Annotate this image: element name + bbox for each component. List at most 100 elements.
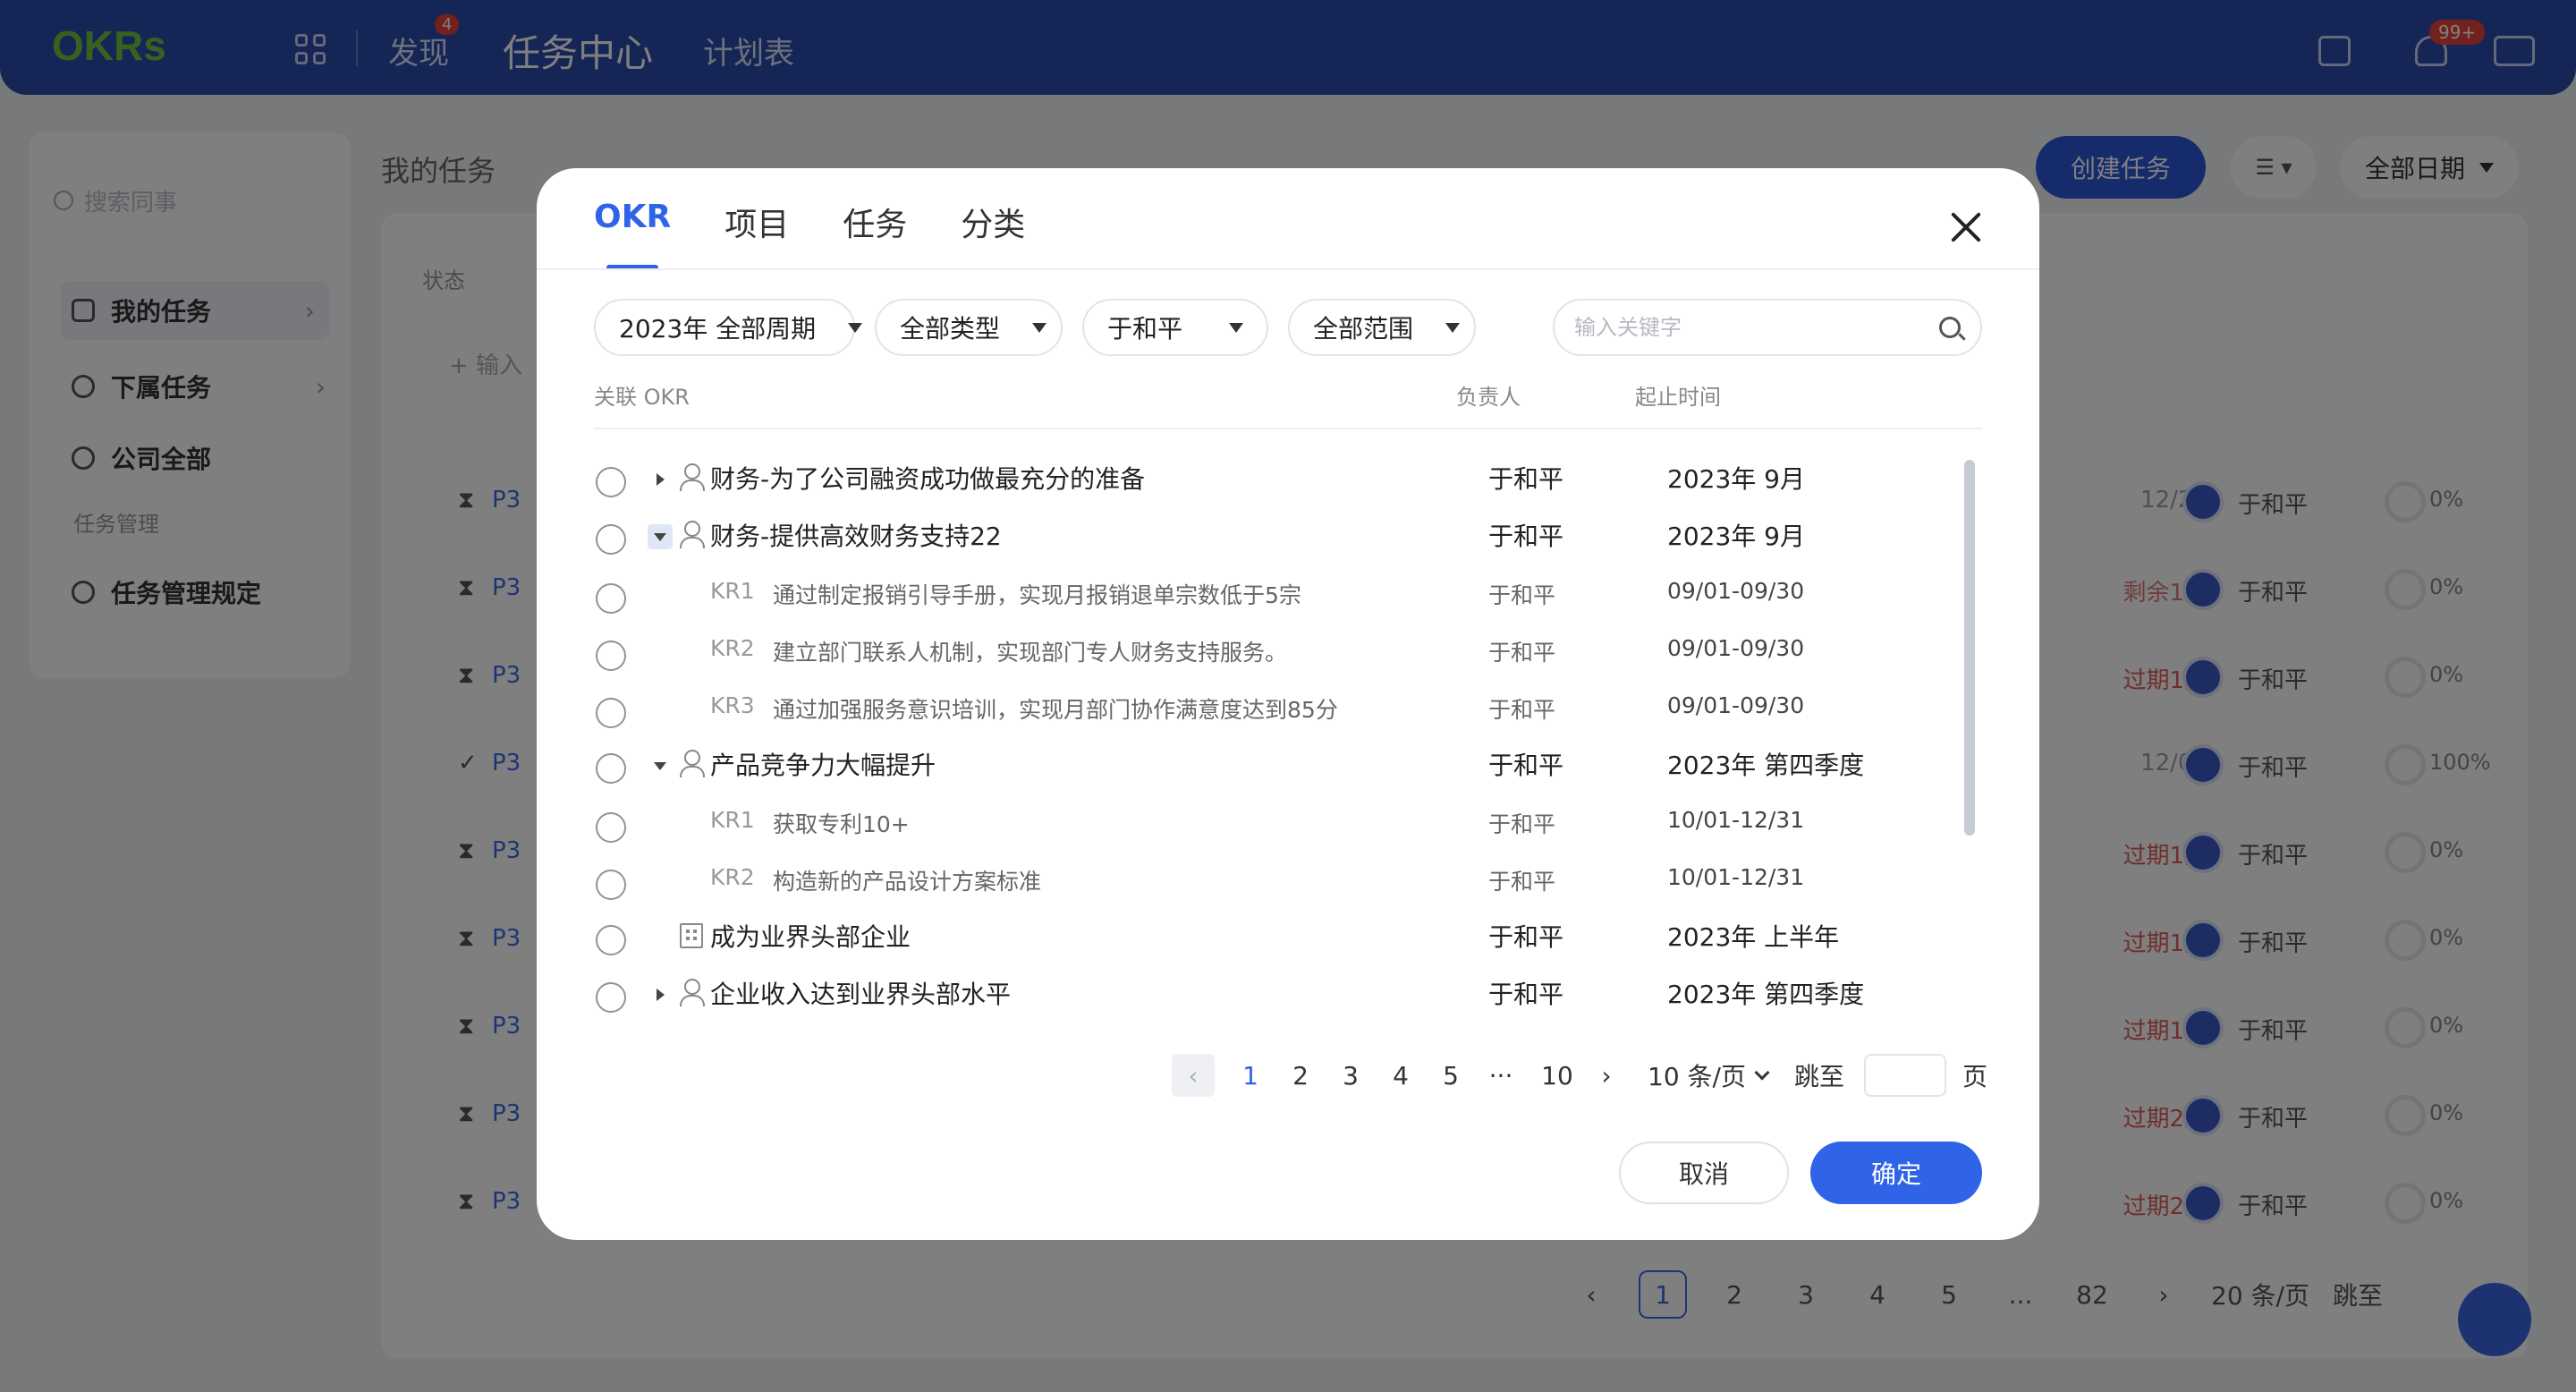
caret-down-icon	[848, 322, 863, 333]
close-icon[interactable]	[1939, 202, 1993, 256]
objective-row[interactable]: 财务-提供高效财务支持22 于和平 2023年 9月	[594, 506, 1953, 564]
type-filter[interactable]: 全部类型	[875, 299, 1063, 356]
filter-bar: 2023年 全部周期 全部类型 于和平 全部范围	[594, 299, 1476, 356]
select-radio[interactable]	[596, 583, 626, 614]
page-button[interactable]: 10	[1526, 1061, 1589, 1091]
prev-page-button[interactable]: ‹	[1172, 1054, 1215, 1097]
select-radio[interactable]	[596, 641, 626, 671]
period: 09/01-09/30	[1667, 635, 1805, 661]
column-header-okr: 关联 OKR	[594, 385, 690, 410]
period: 09/01-09/30	[1667, 578, 1805, 604]
scope-filter[interactable]: 全部范围	[1288, 299, 1476, 356]
period: 2023年 9月	[1667, 464, 1805, 494]
keyword-search	[1553, 299, 1982, 356]
owner-name: 于和平	[1488, 522, 1564, 551]
divider	[594, 428, 1982, 429]
kr-tag: KR3	[710, 692, 755, 718]
person-icon	[678, 977, 705, 1007]
tab-project[interactable]: 项目	[724, 199, 789, 270]
page-size-select[interactable]: 10 条/页	[1648, 1057, 1770, 1093]
objective-row[interactable]: 财务-为了公司融资成功做最充分的准备 于和平 2023年 9月	[594, 449, 1953, 506]
person-icon	[678, 748, 705, 778]
confirm-button[interactable]: 确定	[1810, 1142, 1982, 1204]
select-radio[interactable]	[596, 467, 626, 497]
owner-name: 于和平	[1488, 751, 1564, 780]
tab-okr[interactable]: OKR	[594, 199, 671, 270]
owner-name: 于和平	[1488, 922, 1564, 952]
page-button[interactable]: 3	[1326, 1061, 1376, 1091]
type-filter-label: 全部类型	[900, 314, 1001, 344]
objective-title: 成为业界头部企业	[710, 922, 911, 952]
objective-title: 财务-提供高效财务支持22	[710, 522, 1002, 551]
page-button[interactable]: 2	[1275, 1061, 1326, 1091]
caret-down-icon	[1032, 322, 1047, 333]
kr-tag: KR2	[710, 635, 755, 661]
search-icon[interactable]	[1939, 317, 1961, 338]
objective-title: 产品竞争力大幅提升	[710, 751, 936, 780]
dialog-tabs: OKR 项目 任务 分类	[594, 199, 1025, 270]
page-unit-label: 页	[1962, 1062, 1987, 1091]
cycle-filter-label: 2023年 全部周期	[619, 314, 817, 344]
scrollbar[interactable]	[1964, 460, 1975, 836]
okr-list: 财务-为了公司融资成功做最充分的准备 于和平 2023年 9月 财务-提供高效财务支持…	[594, 449, 1953, 1018]
divider	[537, 268, 2039, 270]
objective-row[interactable]: 成为业界头部企业 于和平 2023年 上半年	[594, 907, 1953, 964]
person-icon	[678, 519, 705, 549]
caret-down-icon	[1445, 322, 1461, 333]
key-result-row[interactable]: KR3 通过加强服务意识培训，实现月部门协作满意度达到85分 于和平 09/01-09…	[594, 680, 1953, 737]
tab-category[interactable]: 分类	[961, 199, 1025, 270]
select-radio[interactable]	[596, 812, 626, 843]
jump-label: 跳至	[1793, 1062, 1844, 1091]
pagination: ‹ 1 2 3 4 5 ··· 10 › 10 条/页 跳至 页	[1172, 1054, 1987, 1097]
collapse-caret-icon[interactable]	[648, 524, 673, 549]
owner-filter[interactable]: 于和平	[1082, 299, 1268, 356]
tab-task[interactable]: 任务	[843, 199, 907, 270]
next-page-button[interactable]: ›	[1589, 1061, 1624, 1091]
objective-row[interactable]: 企业收入达到业界头部水平 于和平 2023年 第四季度	[594, 964, 1953, 1018]
chevron-down-icon	[1754, 1065, 1770, 1081]
collapse-caret-icon[interactable]	[648, 753, 673, 778]
select-radio[interactable]	[596, 870, 626, 900]
kr-tag: KR2	[710, 864, 755, 890]
key-result-row[interactable]: KR1 通过制定报销引导手册，实现月报销退单宗数低于5宗 于和平 09/01-09/3…	[594, 565, 1953, 623]
period: 10/01-12/31	[1667, 864, 1805, 890]
period: 2023年 9月	[1667, 522, 1805, 551]
page-ellipsis[interactable]: ···	[1476, 1061, 1526, 1091]
period: 10/01-12/31	[1667, 807, 1805, 833]
column-header-owner: 负责人	[1456, 385, 1521, 410]
select-radio[interactable]	[596, 925, 626, 955]
period: 09/01-09/30	[1667, 692, 1805, 718]
owner-name: 于和平	[1488, 980, 1564, 1009]
key-result-row[interactable]: KR1 获取专利10+ 于和平 10/01-12/31	[594, 794, 1953, 852]
jump-page-input[interactable]	[1863, 1054, 1946, 1097]
person-icon	[678, 462, 705, 492]
kr-tag: KR1	[710, 807, 755, 833]
select-radio[interactable]	[596, 698, 626, 728]
period: 2023年 第四季度	[1667, 980, 1865, 1009]
page-button[interactable]: 4	[1376, 1061, 1426, 1091]
kr-title: 通过加强服务意识培训，实现月部门协作满意度达到85分	[773, 697, 1338, 723]
owner-name: 于和平	[1488, 811, 1556, 837]
select-radio[interactable]	[596, 524, 626, 555]
period: 2023年 上半年	[1667, 922, 1840, 952]
owner-name: 于和平	[1488, 640, 1556, 666]
kr-tag: KR1	[710, 578, 755, 604]
kr-title: 构造新的产品设计方案标准	[773, 869, 1042, 895]
link-okr-dialog: OKR 项目 任务 分类 2023年 全部周期 全部类型 于和平 全部范围 关联…	[537, 168, 2039, 1240]
expand-caret-icon[interactable]	[648, 982, 673, 1007]
key-result-row[interactable]: KR2 建立部门联系人机制，实现部门专人财务支持服务。 于和平 09/01-09/30	[594, 623, 1953, 680]
search-input[interactable]	[1574, 315, 1939, 340]
cycle-filter[interactable]: 2023年 全部周期	[594, 299, 863, 356]
expand-caret-icon[interactable]	[648, 467, 673, 492]
owner-filter-label: 于和平	[1107, 314, 1183, 344]
kr-title: 通过制定报销引导手册，实现月报销退单宗数低于5宗	[773, 582, 1301, 608]
page-button[interactable]: 5	[1426, 1061, 1476, 1091]
owner-name: 于和平	[1488, 582, 1556, 608]
key-result-row[interactable]: KR2 构造新的产品设计方案标准 于和平 10/01-12/31	[594, 852, 1953, 909]
objective-row[interactable]: 产品竞争力大幅提升 于和平 2023年 第四季度	[594, 735, 1953, 793]
select-radio[interactable]	[596, 982, 626, 1013]
select-radio[interactable]	[596, 753, 626, 784]
cancel-button[interactable]: 取消	[1619, 1142, 1789, 1204]
caret-down-icon	[1229, 322, 1243, 333]
page-button[interactable]: 1	[1225, 1061, 1275, 1091]
